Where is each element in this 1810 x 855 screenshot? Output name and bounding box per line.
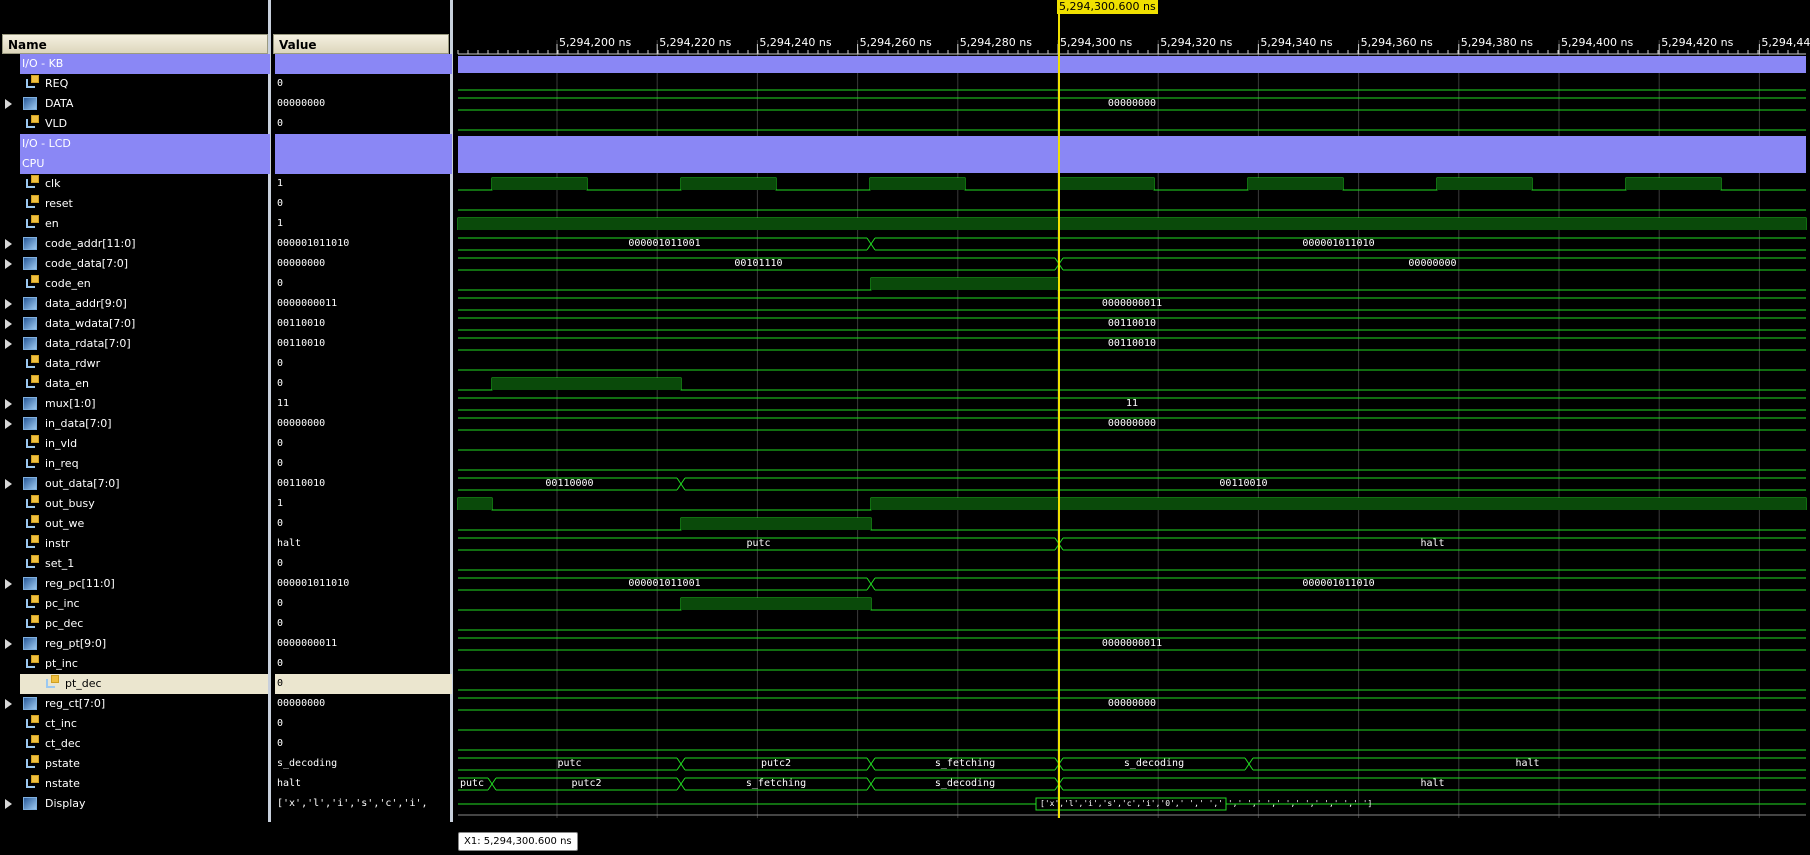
wave-value-label: halt: [1420, 778, 1445, 789]
wave-high-fill: [870, 178, 965, 190]
timeline-tick-label: 5,294,240 ns: [759, 36, 832, 49]
wave-trace: [458, 517, 1806, 531]
bus-transition: [676, 477, 686, 491]
bus-transition: [676, 757, 686, 771]
bus-transition: [866, 777, 876, 791]
wave-value-label: 0000000011: [1101, 638, 1163, 649]
wave-value-label: putc: [557, 758, 582, 769]
wave-value-label: 000001011010: [1302, 238, 1375, 249]
wave-high-fill: [1437, 178, 1532, 190]
timeline-tick-label: 5,294,200 ns: [559, 36, 632, 49]
wave-value-label: 00000000: [1408, 258, 1457, 269]
wave-high-fill: [458, 218, 1806, 230]
wave-value-label: 000001011001: [628, 578, 701, 589]
wave-value-label: halt: [1420, 538, 1445, 549]
bus-transition: [866, 757, 876, 771]
wave-value-label: halt: [1515, 758, 1540, 769]
bus-transition: [487, 777, 497, 791]
wave-value-label: 00000000: [1107, 698, 1157, 709]
wave-value-label: putc2: [760, 758, 792, 769]
timeline-tick-label: 5,294,380 ns: [1460, 36, 1533, 49]
wave-high-fill: [1059, 178, 1154, 190]
bus-transition: [866, 237, 876, 251]
timeline-tick-label: 5,294,400 ns: [1561, 36, 1634, 49]
wave-value-label: s_fetching: [934, 758, 996, 769]
timeline-tick-label: 5,294,440: [1761, 36, 1810, 49]
wave-trace: [458, 597, 1806, 611]
wave-value-label: 0000000011: [1101, 298, 1163, 309]
bus-transition: [676, 777, 686, 791]
wave-high-fill: [681, 178, 776, 190]
timeline-tick-label: 5,294,280 ns: [959, 36, 1032, 49]
wave-value-label: putc2: [571, 778, 602, 789]
wave-value-label: 00110000: [545, 478, 594, 489]
wave-value-label: 00110010: [1219, 478, 1268, 489]
wave-high-fill: [871, 278, 1058, 290]
wave-high-fill: [681, 598, 871, 610]
wave-value-label: 000001011001: [628, 238, 701, 249]
wave-value-label: putc: [746, 538, 771, 549]
wave-high-fill: [871, 498, 1806, 510]
timeline-tick-label: 5,294,220 ns: [659, 36, 732, 49]
timeline-tick-label: 5,294,420 ns: [1661, 36, 1734, 49]
wave-value-label: 000001011010: [1302, 578, 1375, 589]
wave-high-fill: [492, 378, 681, 390]
timeline-tick-label: 5,294,360 ns: [1360, 36, 1433, 49]
wave-value-label: 00000000: [1107, 418, 1157, 429]
timeline-tick-label: 5,294,320 ns: [1160, 36, 1233, 49]
wave-value-label: 00110010: [1107, 318, 1157, 329]
group-band: [458, 136, 1806, 173]
cursor-time-badge[interactable]: 5,294,300.600 ns: [1057, 0, 1158, 14]
wave-high-fill: [1626, 178, 1721, 190]
wave-value-label: s_decoding: [1123, 758, 1185, 769]
wave-value-label: ['x','l','i','s','c','i','0',' ',' ',' '…: [1040, 799, 1373, 808]
wave-value-label: s_decoding: [934, 778, 996, 789]
bus-transition: [866, 577, 876, 591]
wave-high-fill: [492, 178, 587, 190]
wave-value-label: 00101110: [734, 258, 783, 269]
wave-value-label: 00000000: [1107, 98, 1157, 109]
wave-value-label: putc: [460, 778, 485, 789]
wave-high-fill: [681, 518, 871, 530]
timeline-tick-label: 5,294,300 ns: [1060, 36, 1133, 49]
cursor-status-readout: X1: 5,294,300.600 ns: [458, 832, 578, 851]
wave-high-fill: [1248, 178, 1343, 190]
timeline-tick-label: 5,294,260 ns: [859, 36, 932, 49]
group-band: [458, 56, 1806, 73]
wave-value-label: 11: [1125, 398, 1139, 409]
wave-high-fill: [458, 498, 492, 510]
wave-trace: [458, 277, 1806, 291]
timeline-tick-label: 5,294,340 ns: [1260, 36, 1333, 49]
wave-value-label: 00110010: [1107, 338, 1157, 349]
wave-value-label: s_fetching: [745, 778, 807, 789]
waveform-canvas[interactable]: [0, 0, 1810, 855]
bus-transition: [1244, 757, 1254, 771]
